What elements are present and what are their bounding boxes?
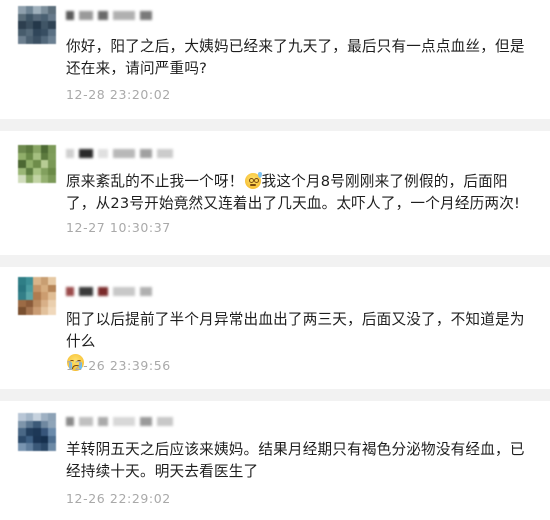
avatar[interactable] bbox=[18, 6, 56, 44]
avatar[interactable] bbox=[18, 413, 56, 451]
divider bbox=[0, 255, 550, 267]
divider bbox=[0, 389, 550, 401]
comment-text-part: 羊转阴五天之后应该来姨妈。结果月经期只有褐色分泌物没有经血，已经持续十天。明天去… bbox=[66, 441, 525, 480]
sweat-smile-emoji bbox=[244, 172, 262, 189]
username-blurred[interactable] bbox=[66, 10, 152, 20]
username-blurred[interactable] bbox=[66, 286, 152, 296]
comment-item: 你好，阳了之后，大姨妈已经来了九天了，最后只有一点点血丝，但是还在来，请问严重吗… bbox=[0, 0, 550, 112]
comment-text-part: 阳了以后提前了半个月异常出血出了两三天，后面又没了，不知道是为什么 bbox=[66, 311, 525, 350]
comment-text-part: 原来紊乱的不止我一个呀！ bbox=[66, 173, 244, 190]
avatar[interactable] bbox=[18, 277, 56, 315]
comment-item: 羊转阴五天之后应该来姨妈。结果月经期只有褐色分泌物没有经血，已经持续十天。明天去… bbox=[0, 401, 550, 520]
avatar[interactable] bbox=[18, 145, 56, 183]
divider bbox=[0, 119, 550, 131]
comment-timestamp: 12-26 23:39:56 bbox=[66, 358, 171, 373]
comment-item: 阳了以后提前了半个月异常出血出了两三天，后面又没了，不知道是为什么 12-26 … bbox=[0, 267, 550, 391]
comment-text: 原来紊乱的不止我一个呀！ 我这个月8号刚刚来了例假的，后面阳了，从23号开始竟然又… bbox=[66, 171, 536, 215]
username-blurred[interactable] bbox=[66, 148, 173, 158]
comment-text-part: 你好，阳了之后，大姨妈已经来了九天了，最后只有一点点血丝，但是还在来，请问严重吗… bbox=[66, 38, 525, 77]
comment-timestamp: 12-27 10:30:37 bbox=[66, 220, 171, 235]
comment-timestamp: 12-28 23:20:02 bbox=[66, 87, 171, 102]
comment-timestamp: 12-26 22:29:02 bbox=[66, 491, 171, 506]
comment-text: 羊转阴五天之后应该来姨妈。结果月经期只有褐色分泌物没有经血，已经持续十天。明天去… bbox=[66, 439, 536, 483]
comment-text: 你好，阳了之后，大姨妈已经来了九天了，最后只有一点点血丝，但是还在来，请问严重吗… bbox=[66, 36, 536, 80]
comment-item: 原来紊乱的不止我一个呀！ 我这个月8号刚刚来了例假的，后面阳了，从23号开始竟然又… bbox=[0, 131, 550, 251]
username-blurred[interactable] bbox=[66, 416, 173, 426]
